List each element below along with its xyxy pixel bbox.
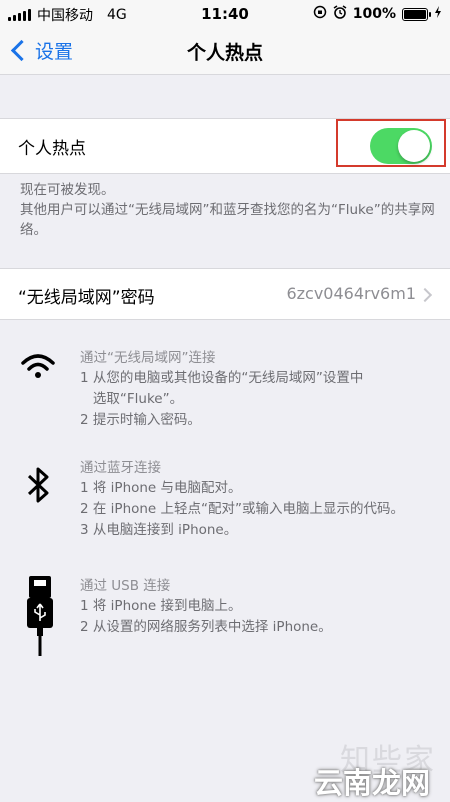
usb-icon	[26, 574, 56, 662]
bluetooth-steps: 1 将 iPhone 与电脑配对。 2 在 iPhone 上轻点“配对”或输入电…	[80, 478, 430, 541]
navigation-bar: 设置 个人热点	[0, 28, 450, 75]
usb-steps: 1 将 iPhone 接到电脑上。 2 从设置的网络服务列表中选择 iPhone…	[80, 596, 430, 638]
battery-icon	[402, 7, 431, 21]
bluetooth-section-title: 通过蓝牙连接	[80, 460, 161, 476]
rotation-lock-icon	[313, 5, 327, 23]
bluetooth-icon	[26, 464, 52, 510]
charging-icon	[434, 6, 442, 22]
usb-step: 2 从设置的网络服务列表中选择 iPhone。	[80, 619, 332, 635]
alarm-icon	[333, 5, 347, 23]
status-right: 100%	[313, 5, 442, 23]
wifi-step: 选取“Fluke”。	[80, 391, 184, 407]
wifi-password-value: 6zcv0464rv6m1	[286, 284, 416, 303]
hotspot-label: 个人热点	[18, 139, 86, 159]
wifi-steps: 1 从您的电脑或其他设备的“无线局域网”设置中 选取“Fluke”。 2 提示时…	[80, 368, 430, 431]
watermark-logo-text: 云南龙网	[314, 766, 431, 800]
hotspot-row: 个人热点	[0, 118, 450, 174]
chevron-right-icon	[417, 287, 433, 303]
usb-step: 1 将 iPhone 接到电脑上。	[80, 598, 242, 614]
wifi-password-row[interactable]: “无线局域网”密码 6zcv0464rv6m1	[0, 268, 450, 320]
usb-section-title: 通过 USB 连接	[80, 578, 171, 594]
bluetooth-step: 1 将 iPhone 与电脑配对。	[80, 480, 242, 496]
page-title: 个人热点	[186, 42, 263, 64]
wifi-step: 1 从您的电脑或其他设备的“无线局域网”设置中	[80, 370, 364, 386]
hotspot-toggle[interactable]	[370, 128, 432, 164]
bluetooth-step: 3 从电脑连接到 iPhone。	[80, 522, 238, 538]
wifi-step: 2 提示时输入密码。	[80, 412, 201, 428]
battery-percent: 100%	[352, 6, 396, 22]
bluetooth-step: 2 在 iPhone 上轻点“配对”或输入电脑上显示的代码。	[80, 501, 405, 517]
wifi-section-title: 通过“无线局域网”连接	[80, 350, 216, 366]
discoverable-note: 现在可被发现。	[20, 182, 115, 198]
network-name-note: 其他用户可以通过“无线局域网”和蓝牙查找您的名为“Fluke”的共享网络。	[20, 202, 435, 238]
wifi-icon	[20, 352, 56, 384]
hotspot-footer: 现在可被发现。 其他用户可以通过“无线局域网”和蓝牙查找您的名为“Fluke”的…	[20, 180, 440, 240]
toggle-knob	[398, 130, 430, 162]
status-bar: 中国移动 4G 11:40 100%	[0, 0, 450, 28]
wifi-password-label: “无线局域网”密码	[18, 288, 155, 308]
